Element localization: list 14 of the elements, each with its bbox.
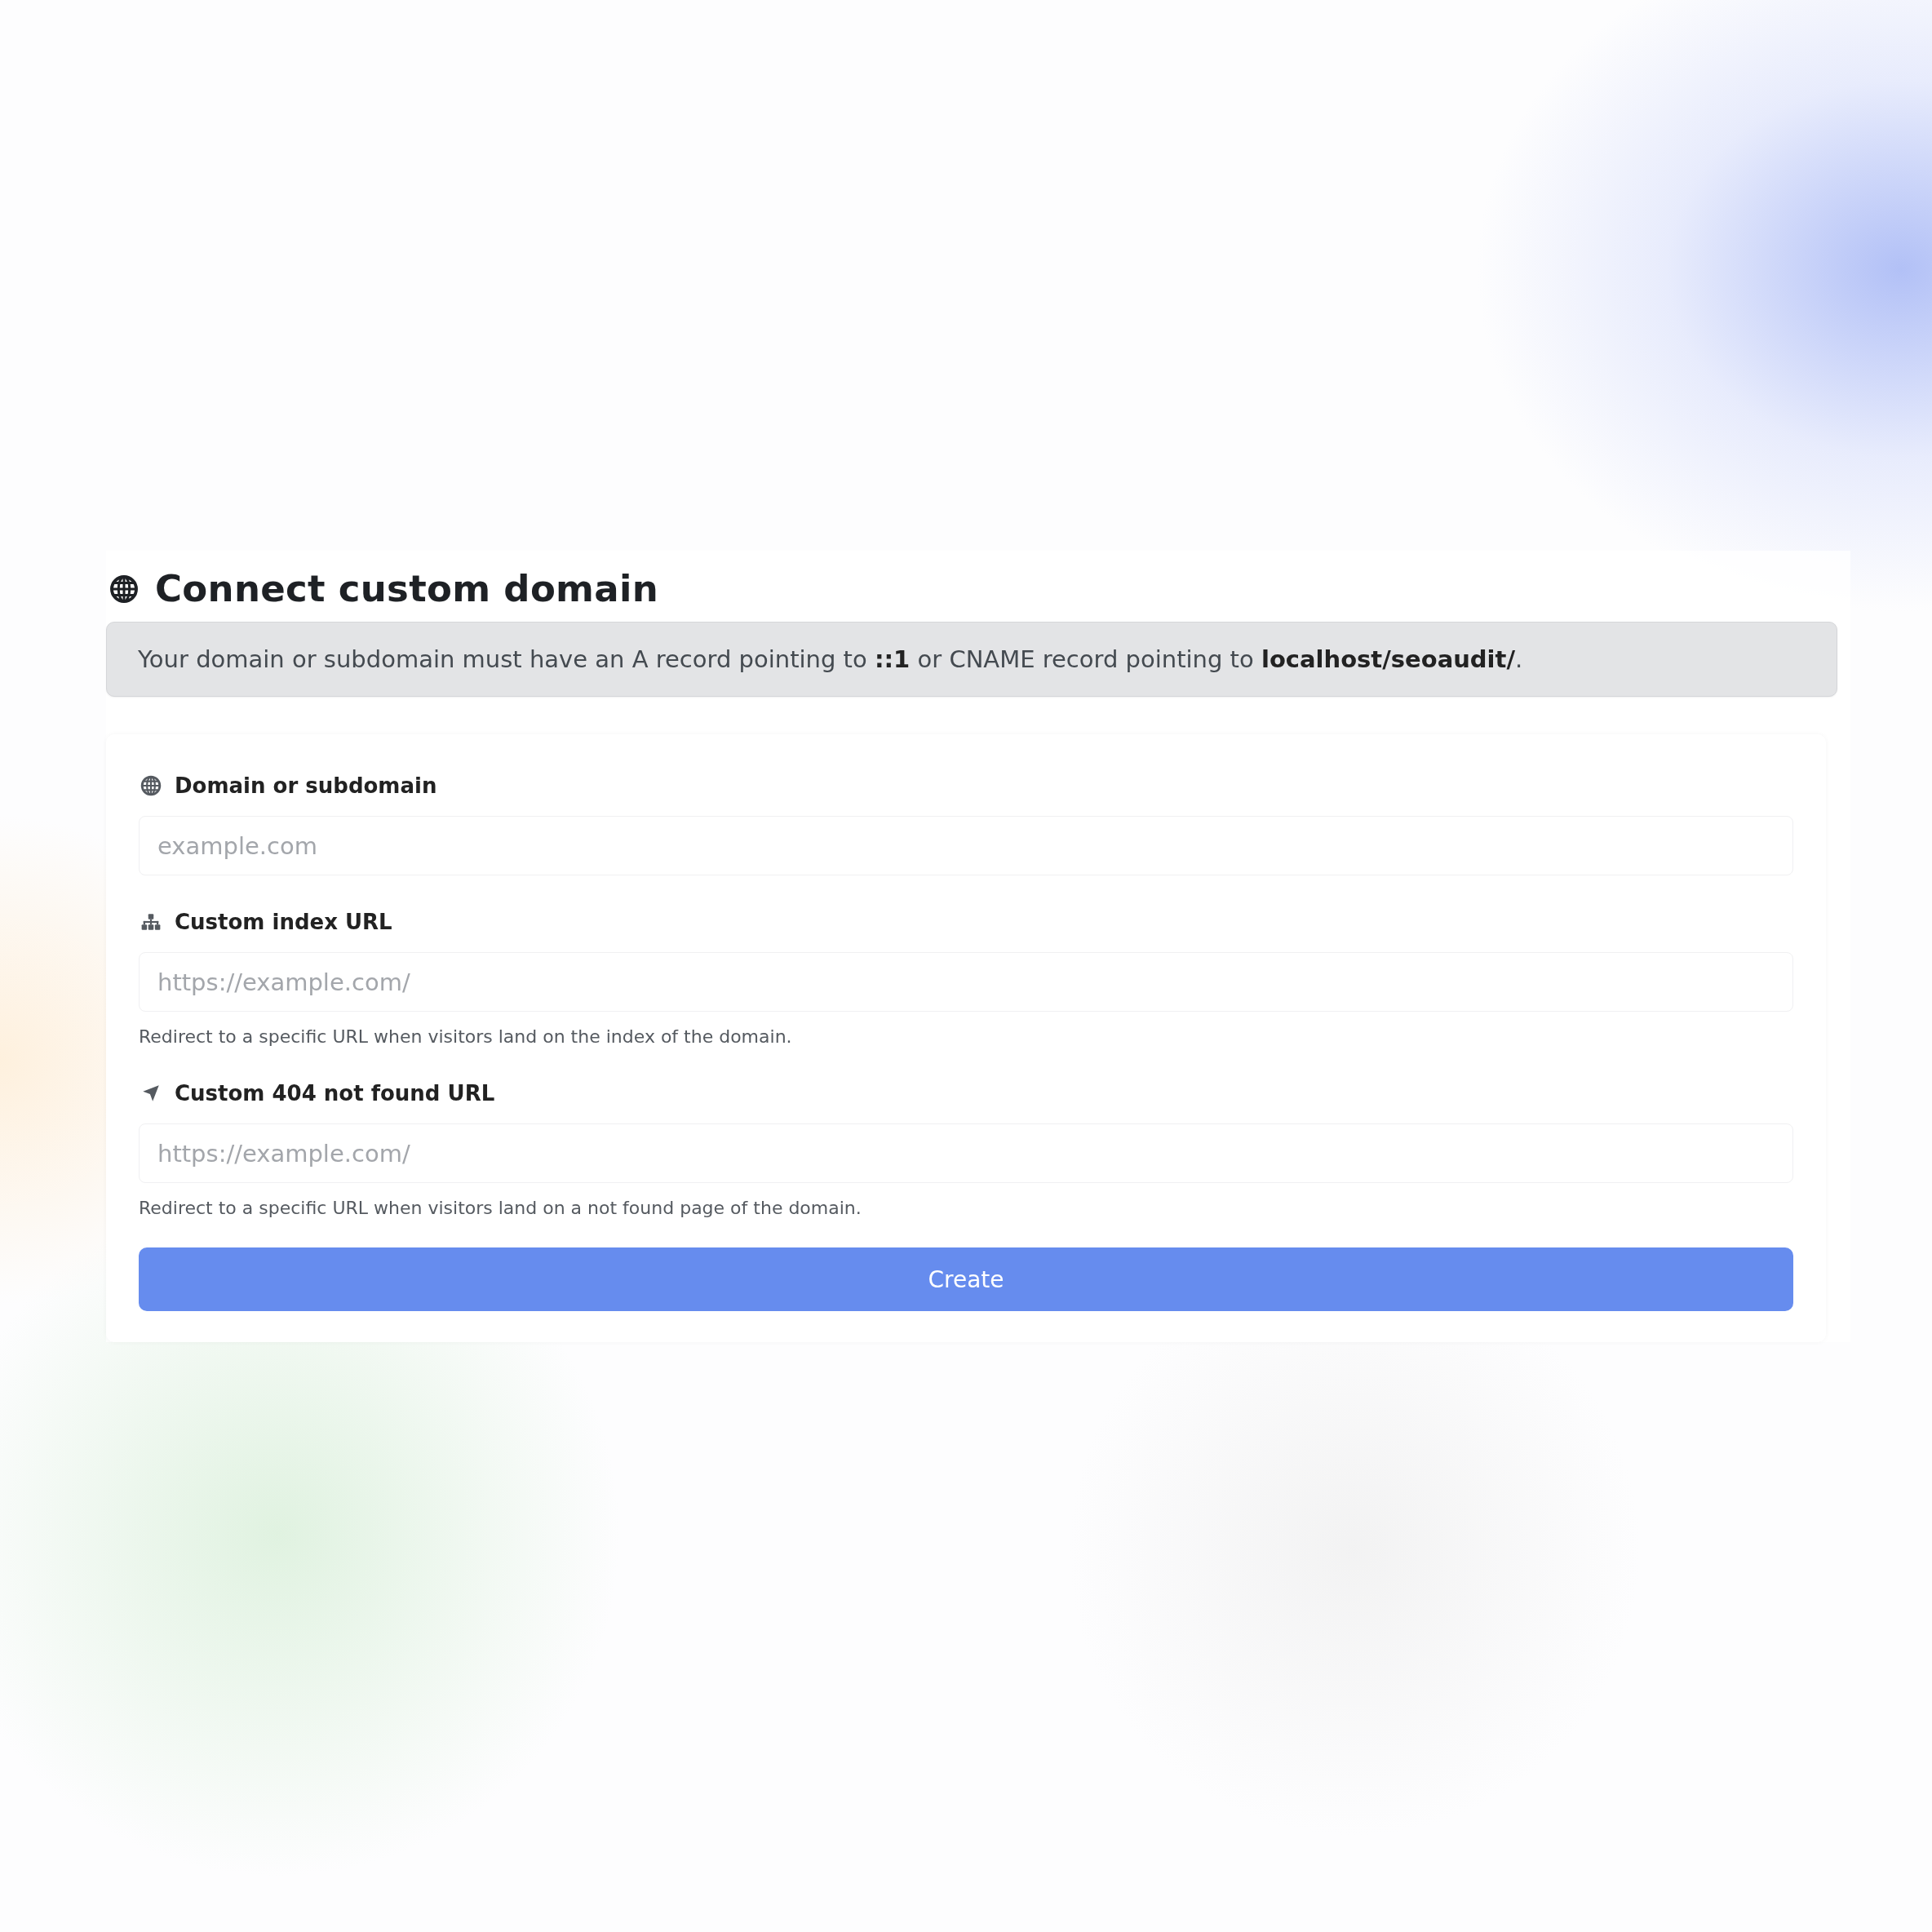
input-field[interactable]: https://example.com/ — [139, 952, 1793, 1012]
field-label: Domain or subdomain — [175, 773, 437, 798]
globe-icon — [109, 574, 139, 604]
help-text: Redirect to a specific URL when visitors land on the index of the domain. — [139, 1026, 793, 1047]
input-field[interactable]: https://example.com/ — [139, 1123, 1793, 1183]
info-notice: Your domain or subdomain must have an A record pointing to ::1 or CNAME record pointing to localhost/seoaudit/. — [106, 622, 1837, 697]
create-button[interactable]: Create — [139, 1247, 1793, 1311]
sitemap-icon — [140, 911, 162, 933]
page-title: Connect custom domain — [155, 567, 658, 610]
field-label: Custom 404 not found URL — [175, 1081, 495, 1106]
input-field[interactable]: example.com — [139, 816, 1793, 875]
globe-icon — [140, 775, 162, 796]
field-label: Custom index URL — [175, 910, 392, 934]
help-text: Redirect to a specific URL when visitors land on a not found page of the domain. — [139, 1198, 862, 1218]
